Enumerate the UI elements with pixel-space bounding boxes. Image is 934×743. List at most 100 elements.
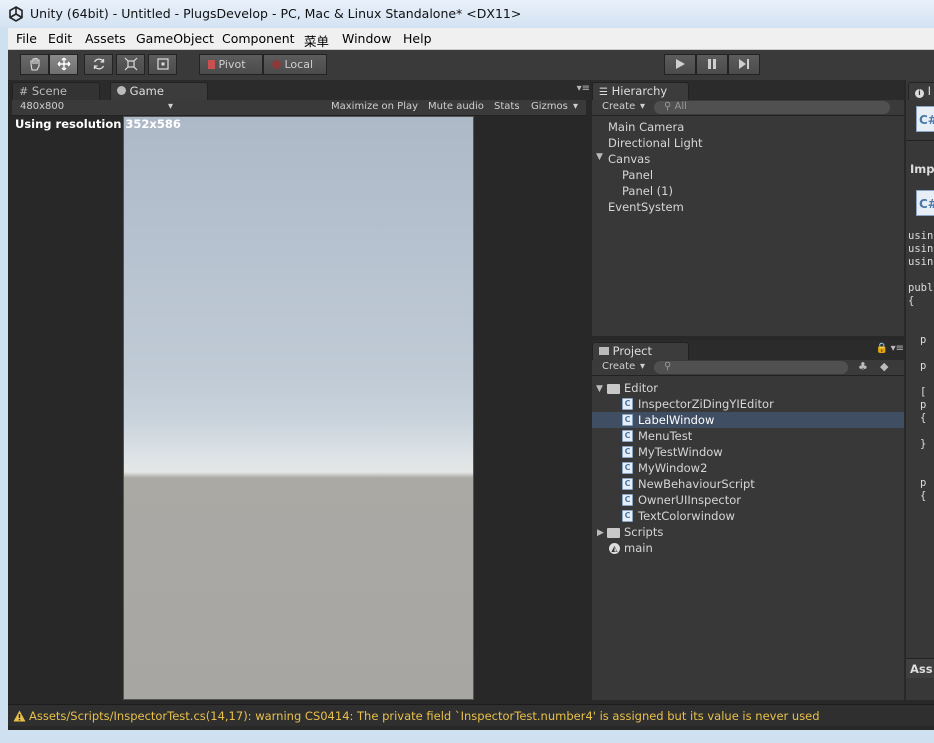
search-icon: ⚲ xyxy=(664,101,672,112)
tab-game[interactable]: Game xyxy=(110,82,208,100)
inspector-section-bar xyxy=(906,140,934,141)
hierarchy-toolbar: Create ▾ ⚲ All xyxy=(592,100,904,116)
hierarchy-search-input[interactable]: ⚲ All xyxy=(654,101,890,114)
play-icon xyxy=(676,59,685,69)
project-scene-main[interactable]: main xyxy=(624,541,653,555)
pause-button[interactable] xyxy=(696,54,728,75)
lock-icon[interactable]: 🔒 xyxy=(876,343,888,354)
filter-type-icon[interactable]: ♣ xyxy=(858,360,868,373)
hierarchy-item-eventsystem[interactable]: EventSystem xyxy=(608,200,684,214)
project-script-owneruiinspector[interactable]: OwnerUIInspector xyxy=(638,493,741,507)
project-create-button[interactable]: Create xyxy=(602,361,635,372)
csharp-script-icon: C xyxy=(622,398,633,410)
inspector-panel: i I C# Imp C# usin usin usin publ { p p … xyxy=(906,80,934,700)
hierarchy-item-canvas[interactable]: Canvas xyxy=(608,152,650,166)
tab-hierarchy[interactable]: ☰ Hierarchy xyxy=(592,82,689,100)
console-warning-message: Assets/Scripts/InspectorTest.cs(14,17): … xyxy=(29,709,820,723)
script-asset-icon: C# xyxy=(916,106,934,132)
play-button[interactable] xyxy=(664,54,696,75)
project-script-inspectorzidingyieditor[interactable]: InspectorZiDingYIEditor xyxy=(638,397,774,411)
list-icon: ☰ xyxy=(599,87,608,98)
pause-icon xyxy=(708,59,716,69)
script-asset-icon-2: C# xyxy=(916,190,934,216)
folder-tab-icon xyxy=(599,347,609,355)
code-line: p xyxy=(920,477,927,489)
resolution-dropdown[interactable]: 480x800 xyxy=(20,101,64,112)
code-line: { xyxy=(920,490,927,502)
resolution-dropdown-arrow[interactable]: ▾ xyxy=(168,101,173,112)
tab-project-label: Project xyxy=(612,344,653,358)
unity-logo-icon xyxy=(9,6,23,22)
scale-tool-button[interactable] xyxy=(116,54,145,75)
project-script-mywindow2[interactable]: MyWindow2 xyxy=(638,461,707,475)
code-line: { xyxy=(920,412,927,424)
project-folder-scripts[interactable]: Scripts xyxy=(624,525,663,539)
code-line: [ xyxy=(920,386,927,398)
code-line: p xyxy=(920,360,927,372)
console-status-bar[interactable]: Assets/Scripts/InspectorTest.cs(14,17): … xyxy=(8,704,934,726)
project-script-mytestwindow[interactable]: MyTestWindow xyxy=(638,445,723,459)
code-line: } xyxy=(920,438,927,450)
window-frame-bottom xyxy=(0,730,934,743)
hierarchy-item-main-camera[interactable]: Main Camera xyxy=(608,120,684,134)
project-create-arrow[interactable]: ▾ xyxy=(640,361,645,372)
rect-tool-button[interactable] xyxy=(148,54,177,75)
hand-tool-button[interactable] xyxy=(20,54,49,75)
hierarchy-item-panel-1[interactable]: Panel (1) xyxy=(622,184,673,198)
menu-assets[interactable]: Assets xyxy=(85,31,126,46)
scene-game-tabbar: # Scene Game ▾≡ xyxy=(12,80,590,100)
csharp-script-icon: C xyxy=(622,510,633,522)
hierarchy-item-panel[interactable]: Panel xyxy=(622,168,653,182)
window-titlebar: Unity (64bit) - Untitled - PlugsDevelop … xyxy=(0,0,934,28)
tab-game-label: Game xyxy=(129,84,164,98)
project-search-input[interactable]: ⚲ xyxy=(654,361,848,374)
move-tool-button[interactable] xyxy=(49,54,78,75)
window-frame-left xyxy=(0,28,8,730)
rotate-tool-button[interactable] xyxy=(84,54,113,75)
code-line: usin xyxy=(908,256,934,268)
hierarchy-create-arrow[interactable]: ▾ xyxy=(640,101,645,112)
panel-menu-icon[interactable]: ▾≡ xyxy=(577,83,590,94)
gizmos-dropdown[interactable]: Gizmos xyxy=(531,101,568,112)
project-script-newbehaviourscript[interactable]: NewBehaviourScript xyxy=(638,477,755,491)
filter-label-icon[interactable]: ◆ xyxy=(880,360,888,373)
pivot-label: Pivot xyxy=(218,58,246,71)
stats-toggle[interactable]: Stats xyxy=(494,101,520,112)
maximize-on-play-toggle[interactable]: Maximize on Play xyxy=(331,101,418,112)
tab-inspector[interactable]: i I xyxy=(908,82,934,100)
menu-gameobject[interactable]: GameObject xyxy=(136,31,214,46)
menu-file[interactable]: File xyxy=(16,31,37,46)
hierarchy-create-button[interactable]: Create xyxy=(602,101,635,112)
mute-audio-toggle[interactable]: Mute audio xyxy=(428,101,484,112)
scripts-folder-arrow[interactable]: ▶ xyxy=(597,528,604,538)
project-panel-menu-icon[interactable]: ▾≡ xyxy=(891,343,904,354)
tab-hierarchy-label: Hierarchy xyxy=(611,84,668,98)
tab-scene[interactable]: # Scene xyxy=(12,82,100,100)
hierarchy-tabbar: ☰ Hierarchy xyxy=(592,80,904,100)
hierarchy-item-directional-light[interactable]: Directional Light xyxy=(608,136,703,150)
game-view[interactable]: Using resolution 352x586 xyxy=(8,116,586,700)
step-button[interactable] xyxy=(728,54,760,75)
pivot-button[interactable]: Pivot xyxy=(199,54,263,75)
canvas-expand-arrow[interactable]: ▼ xyxy=(596,152,603,162)
gizmos-dropdown-arrow[interactable]: ▾ xyxy=(573,101,578,112)
project-script-textcolorwindow[interactable]: TextColorwindow xyxy=(638,509,735,523)
project-folder-editor[interactable]: Editor xyxy=(624,381,658,395)
move-icon xyxy=(57,57,70,71)
project-panel: ▼ Editor C InspectorZiDingYIEditor C Lab… xyxy=(592,376,904,700)
menu-window[interactable]: Window xyxy=(342,31,391,46)
tab-project[interactable]: Project xyxy=(592,342,689,360)
menu-help[interactable]: Help xyxy=(403,31,432,46)
project-script-labelwindow[interactable]: LabelWindow xyxy=(638,413,714,427)
local-button[interactable]: Local xyxy=(263,54,327,75)
menu-component[interactable]: Component xyxy=(222,31,295,46)
unity-editor: Pivot Local # Scene Game ▾≡ 480x800 ▾ Ma… xyxy=(8,50,934,730)
resolution-text: Using resolution 352x586 xyxy=(15,117,181,131)
editor-folder-arrow[interactable]: ▼ xyxy=(596,384,603,394)
scale-icon xyxy=(124,57,137,71)
game-view-toolbar: 480x800 ▾ Maximize on Play Mute audio St… xyxy=(12,100,586,116)
menu-edit[interactable]: Edit xyxy=(48,31,72,46)
project-script-menutest[interactable]: MenuTest xyxy=(638,429,692,443)
rect-tool-icon xyxy=(156,58,169,70)
menu-custom[interactable]: 菜单 xyxy=(304,31,329,50)
